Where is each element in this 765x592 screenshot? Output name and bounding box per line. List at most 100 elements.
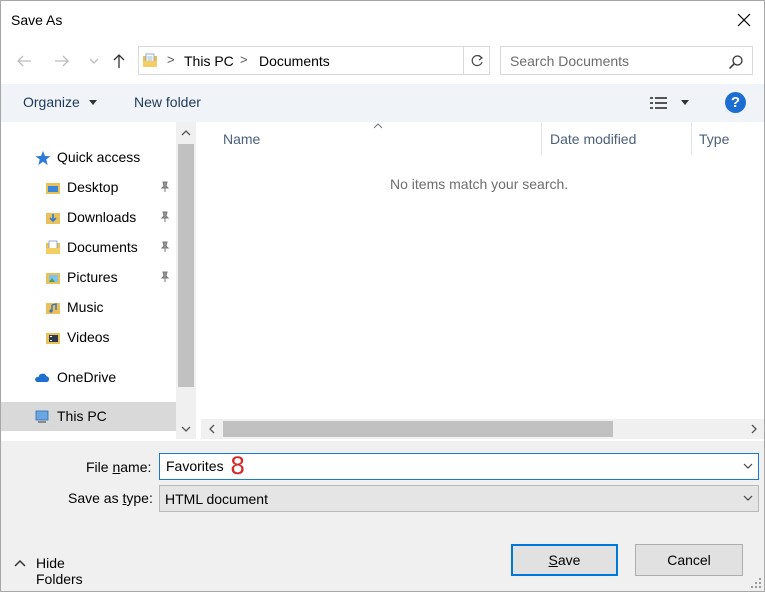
breadcrumb-separator: > [167, 52, 175, 67]
save-button[interactable]: Save [511, 544, 618, 576]
close-icon [737, 13, 751, 27]
arrow-right-icon [55, 55, 69, 67]
scrollbar-thumb[interactable] [178, 144, 194, 387]
save-as-type-mnemonic: t [122, 490, 127, 506]
sidebar-item-videos[interactable]: Videos [1, 323, 176, 352]
resize-grip-icon[interactable] [750, 577, 762, 589]
cloud-icon [35, 373, 50, 382]
sidebar-item-label: Quick access [57, 149, 141, 165]
window-title: Save As [11, 12, 63, 28]
star-icon [35, 151, 51, 165]
sidebar-item-label: Downloads [67, 209, 137, 225]
desktop-folder-icon [46, 183, 60, 194]
empty-message: No items match your search. [390, 176, 569, 192]
chevron-down-icon [743, 495, 753, 501]
search-input[interactable]: Search Documents [500, 46, 753, 75]
pin-icon[interactable] [159, 271, 171, 283]
sidebar-item-documents[interactable]: Documents [1, 233, 176, 262]
scroll-down-button[interactable] [176, 419, 196, 439]
hide-folders-label: Hide Folders [36, 555, 83, 587]
chevron-down-icon [89, 58, 99, 64]
computer-icon [35, 410, 49, 423]
breadcrumb-documents[interactable]: Documents [259, 53, 330, 69]
chevron-right-icon [751, 424, 757, 434]
file-name-label: File name: [86, 459, 152, 475]
sidebar-item-desktop[interactable]: Desktop [1, 173, 176, 202]
file-name-field[interactable]: Favorites [159, 453, 759, 480]
save-as-type-label: Save as type: [68, 490, 153, 506]
column-header-label: Type [699, 131, 730, 147]
address-bar[interactable]: > This PC > Documents [138, 46, 490, 75]
search-icon[interactable] [727, 53, 745, 71]
column-header-type[interactable]: Type [691, 122, 764, 155]
file-name-mnemonic: n [112, 459, 121, 475]
breadcrumb-separator: > [240, 52, 248, 67]
forward-button[interactable] [51, 49, 73, 73]
pin-icon[interactable] [159, 211, 171, 223]
file-list[interactable]: Name Date modified Type No items match y… [201, 122, 764, 439]
search-placeholder: Search Documents [510, 53, 630, 69]
chevron-up-icon [14, 559, 26, 567]
view-dropdown-icon[interactable] [681, 100, 689, 105]
back-button[interactable] [13, 49, 35, 73]
sidebar-item-downloads[interactable]: Downloads [1, 203, 176, 232]
column-header-name[interactable]: Name [201, 122, 541, 155]
music-folder-icon [46, 303, 60, 314]
sidebar-item-label: Desktop [67, 179, 119, 195]
navigation-pane: Quick access Desktop Downloads Documents… [1, 122, 196, 439]
navigation-scrollbar[interactable] [176, 122, 196, 439]
step-annotation: 8 [230, 452, 246, 480]
recent-locations-button[interactable] [83, 49, 105, 73]
downloads-folder-icon [46, 213, 60, 224]
sidebar-item-quick-access[interactable]: Quick access [1, 143, 176, 172]
sidebar-item-label: Documents [67, 239, 138, 255]
view-details-icon[interactable] [649, 95, 669, 111]
sidebar-item-label: Videos [67, 329, 110, 345]
scroll-left-button[interactable] [201, 419, 221, 439]
pin-icon[interactable] [159, 241, 171, 253]
arrow-left-icon [17, 55, 31, 67]
arrow-up-icon [113, 54, 125, 68]
sidebar-item-label: Pictures [67, 269, 118, 285]
scroll-right-button[interactable] [744, 419, 764, 439]
up-button[interactable] [108, 49, 130, 73]
documents-folder-icon [143, 53, 157, 67]
documents-folder-icon [46, 240, 60, 254]
refresh-icon [471, 54, 484, 66]
scroll-up-button[interactable] [176, 122, 196, 142]
scrollbar-thumb[interactable] [223, 421, 613, 437]
close-button[interactable] [730, 7, 758, 33]
horizontal-scrollbar[interactable] [201, 419, 764, 439]
save-as-type-select[interactable]: HTML document [159, 485, 759, 512]
chevron-down-icon[interactable] [739, 457, 757, 475]
sidebar-item-onedrive[interactable]: OneDrive [1, 363, 176, 392]
column-header-label: Name [223, 131, 261, 147]
organize-dropdown-icon [89, 100, 97, 105]
sidebar-item-label: Music [67, 299, 104, 315]
new-folder-button[interactable]: New folder [134, 94, 201, 110]
videos-folder-icon [46, 333, 60, 344]
save-as-dialog: Save As > This PC > Documents Search Doc… [0, 0, 765, 592]
command-bar: Organize New folder ? [1, 84, 764, 122]
chevron-down-icon [181, 426, 191, 432]
sidebar-item-music[interactable]: Music [1, 293, 176, 322]
breadcrumb-this-pc[interactable]: This PC [184, 53, 234, 69]
save-options-panel: File name: Favorites 8 Save as type: HTM… [1, 441, 764, 591]
column-header-date-modified[interactable]: Date modified [541, 122, 691, 155]
pin-icon[interactable] [159, 181, 171, 193]
title-bar: Save As [1, 1, 764, 39]
sidebar-item-this-pc[interactable]: This PC [1, 402, 176, 431]
cancel-button[interactable]: Cancel [635, 544, 743, 576]
organize-button[interactable]: Organize [23, 94, 80, 110]
column-header-label: Date modified [550, 131, 637, 147]
sidebar-item-pictures[interactable]: Pictures [1, 263, 176, 292]
chevron-up-icon [181, 129, 191, 135]
save-as-type-value: HTML document [165, 491, 268, 507]
save-mnemonic: S [548, 552, 558, 568]
chevron-left-icon [208, 424, 214, 434]
help-icon[interactable]: ? [725, 92, 746, 113]
refresh-button[interactable] [463, 47, 490, 74]
sidebar-item-label: OneDrive [57, 369, 117, 385]
pictures-folder-icon [46, 273, 60, 284]
file-name-value: Favorites [166, 458, 224, 474]
